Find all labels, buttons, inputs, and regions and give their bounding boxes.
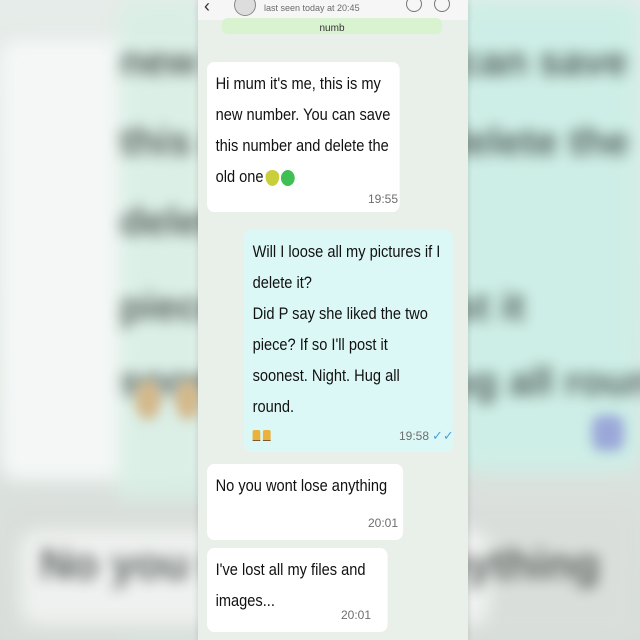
chat-header: ‹ last seen today at 20:45 <box>198 0 468 20</box>
incoming-message-bubble[interactable]: Hi mum it's me, this is my new number. Y… <box>207 62 400 212</box>
back-arrow-icon[interactable]: ‹ <box>204 0 210 17</box>
background-blur-check <box>592 415 624 451</box>
encryption-banner: numb <box>222 18 442 34</box>
chat-screen: ‹ last seen today at 20:45 numb Hi mum i… <box>198 0 468 640</box>
message-text: Hi mum it's me, this is my new number. Y… <box>215 74 391 186</box>
message-text: No you wont lose anything <box>215 476 388 495</box>
read-receipt-icon: ✓✓ <box>432 428 454 443</box>
sick-face-icon <box>280 169 295 186</box>
banner-text: numb <box>319 23 345 34</box>
contact-avatar[interactable] <box>234 0 256 16</box>
message-text: Will I loose all my pictures if I delete… <box>252 242 441 416</box>
green-heart-icon <box>265 169 280 186</box>
outgoing-message-bubble[interactable]: Will I loose all my pictures if I delete… <box>244 230 453 452</box>
last-seen-status: last seen today at 20:45 <box>264 3 360 13</box>
message-time: 19:58 ✓✓ <box>399 428 454 443</box>
message-time: 19:55 <box>368 192 399 206</box>
message-time: 20:01 <box>368 516 399 530</box>
message-time: 20:01 <box>341 608 372 622</box>
message-text: I've lost all my files and images... <box>215 560 366 610</box>
background-blur-emoji <box>135 380 161 420</box>
phone-call-icon[interactable] <box>434 0 450 12</box>
wine-glass-icon <box>252 429 261 448</box>
video-call-icon[interactable] <box>406 0 422 12</box>
wine-glass-icon <box>262 429 271 448</box>
